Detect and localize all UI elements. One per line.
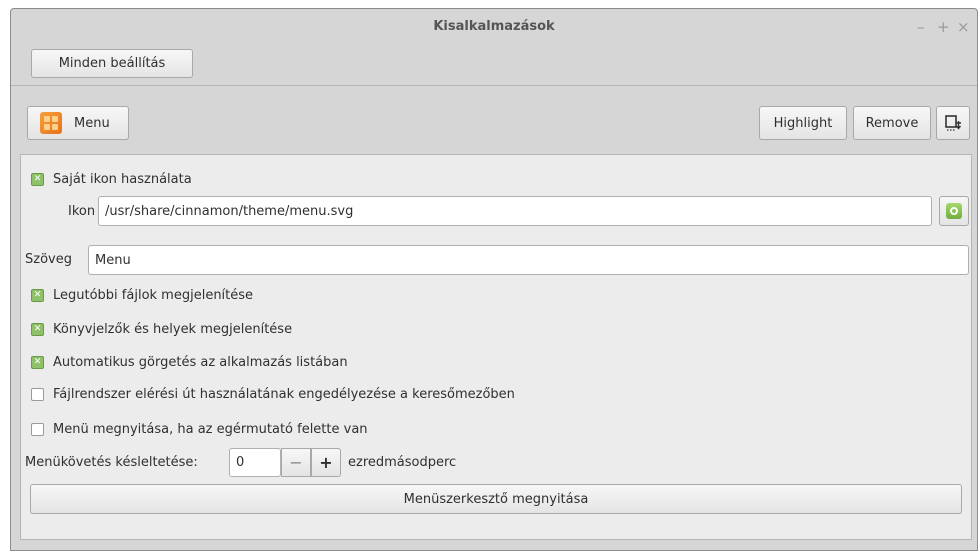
use-custom-icon-checkbox[interactable]: ✕: [31, 173, 44, 186]
filesystem-path-label: Fájlrendszer elérési út használatának en…: [53, 387, 515, 402]
autoscroll-checkbox[interactable]: ✕: [31, 356, 44, 369]
toolbar-divider: [11, 85, 977, 86]
remove-button[interactable]: Remove: [853, 106, 931, 140]
show-bookmarks-checkbox[interactable]: ✕: [31, 323, 44, 336]
highlight-button[interactable]: Highlight: [759, 106, 847, 140]
text-input[interactable]: Menu: [88, 245, 969, 275]
show-recent-row[interactable]: ✕ Legutóbbi fájlok megjelenítése: [21, 288, 253, 303]
applet-selector-button[interactable]: Menu: [27, 106, 129, 140]
export-icon: [945, 115, 962, 131]
icon-path-input[interactable]: /usr/share/cinnamon/theme/menu.svg: [98, 196, 932, 226]
export-button[interactable]: [936, 106, 970, 140]
use-custom-icon-label: Saját ikon használata: [53, 172, 192, 187]
show-recent-checkbox[interactable]: ✕: [31, 289, 44, 302]
all-settings-button[interactable]: Minden beállítás: [31, 49, 193, 78]
menu-grid-icon: [40, 112, 62, 134]
use-custom-icon-row[interactable]: ✕ Saját ikon használata: [21, 172, 192, 187]
minimize-icon[interactable]: –: [917, 18, 925, 36]
decrement-button[interactable]: −: [281, 448, 311, 477]
show-recent-label: Legutóbbi fájlok megjelenítése: [53, 288, 254, 303]
open-on-hover-label: Menü megnyitása, ha az egérmutató felett…: [53, 422, 368, 437]
window-title: Kisalkalmazások: [433, 19, 555, 34]
open-on-hover-row[interactable]: Menü megnyitása, ha az egérmutató felett…: [21, 422, 368, 437]
settings-panel: ✕ Saját ikon használata Ikon /usr/share/…: [20, 154, 972, 540]
text-label: Szöveg: [25, 252, 72, 267]
open-on-hover-checkbox[interactable]: [31, 423, 44, 436]
icon-chooser-button[interactable]: [939, 196, 969, 226]
hover-delay-input[interactable]: 0: [229, 448, 281, 477]
filesystem-path-row[interactable]: Fájlrendszer elérési út használatának en…: [21, 387, 515, 402]
applets-window: Kisalkalmazások – + × Minden beállítás M…: [10, 8, 978, 551]
autoscroll-row[interactable]: ✕ Automatikus görgetés az alkalmazás lis…: [21, 355, 348, 370]
image-chooser-icon: [946, 203, 962, 219]
filesystem-path-checkbox[interactable]: [31, 388, 44, 401]
open-menu-editor-button[interactable]: Menüszerkesztő megnyitása: [30, 484, 962, 514]
maximize-icon[interactable]: +: [937, 18, 950, 36]
show-bookmarks-label: Könyvjelzők és helyek megjelenítése: [53, 322, 293, 337]
applet-name: Menu: [74, 115, 110, 131]
hover-delay-label: Menükövetés késleltetése:: [25, 455, 198, 470]
close-icon[interactable]: ×: [957, 18, 970, 36]
hover-delay-unit: ezredmásodperc: [348, 455, 457, 470]
title-bar[interactable]: Kisalkalmazások – + ×: [11, 9, 977, 43]
icon-label: Ikon: [68, 204, 96, 219]
autoscroll-label: Automatikus görgetés az alkalmazás listá…: [53, 355, 348, 370]
increment-button[interactable]: +: [311, 448, 341, 477]
show-bookmarks-row[interactable]: ✕ Könyvjelzők és helyek megjelenítése: [21, 322, 292, 337]
